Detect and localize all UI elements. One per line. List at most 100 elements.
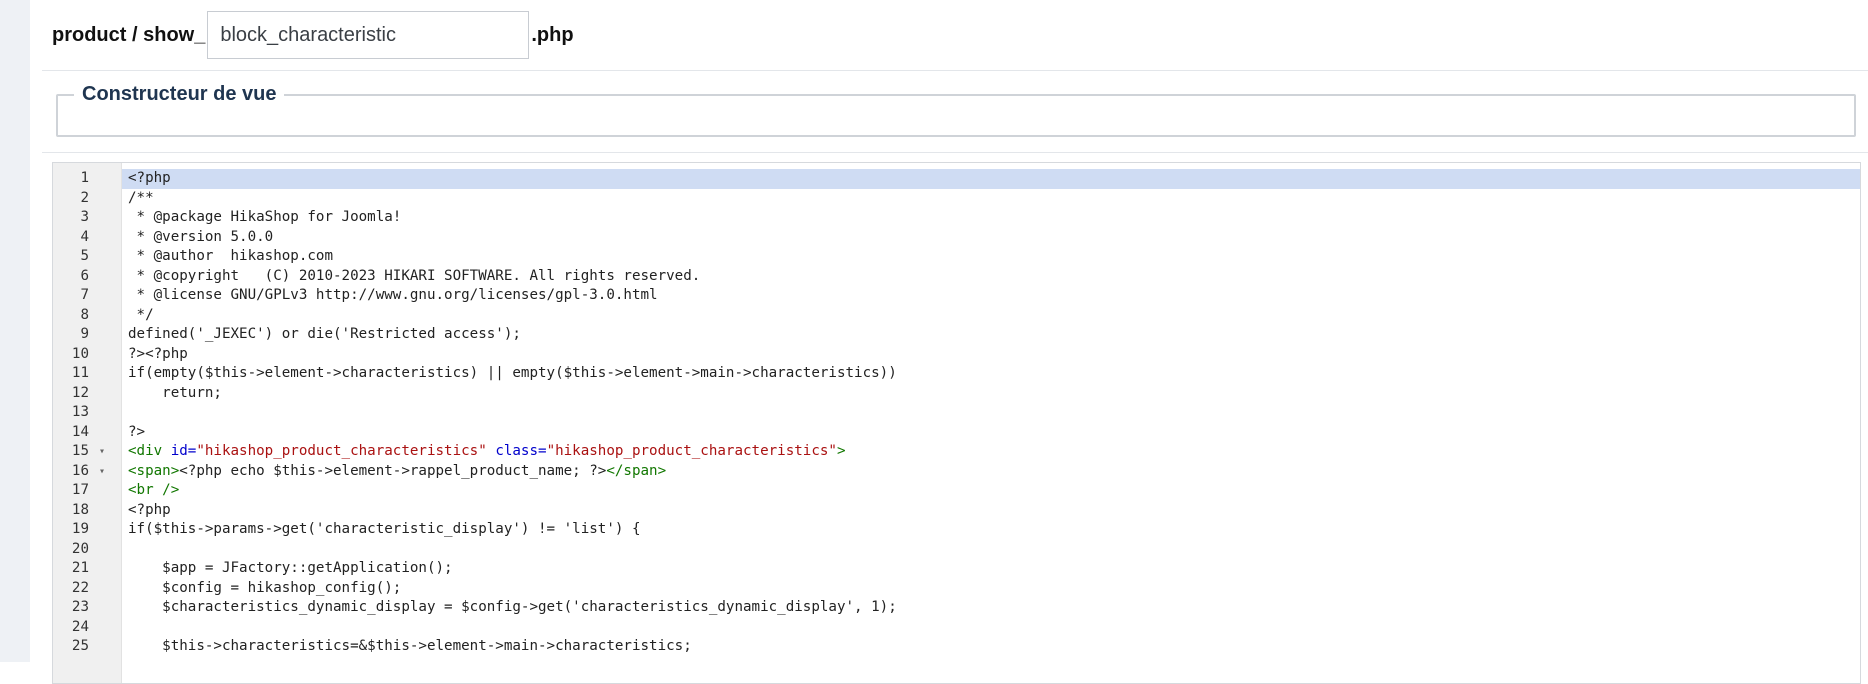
line-code: defined('_JEXEC') or die('Restricted acc… <box>122 325 1860 345</box>
code-editor[interactable]: 1 <?php 2 /** 3 * @package HikaShop for Joom… <box>52 162 1861 684</box>
code-token: $config = hikashop_config(); <box>128 579 402 596</box>
code-line[interactable]: 7 * @license GNU/GPLv3 http://www.gnu.or… <box>53 286 1860 306</box>
line-number: 10 <box>71 345 89 362</box>
code-line[interactable]: 17 <br /> <box>53 481 1860 501</box>
line-number: 12 <box>71 384 89 401</box>
code-line[interactable]: 19 if($this->params->get('characteristic_… <box>53 520 1860 540</box>
code-line[interactable]: 13 <box>53 403 1860 423</box>
line-code: <?php <box>122 169 1860 189</box>
line-number: 6 <box>80 267 89 284</box>
code-line[interactable]: 21 $app = JFactory::getApplication(); <box>53 559 1860 579</box>
code-token: if($this->params->get('characteristic_di… <box>128 521 641 537</box>
line-number: 9 <box>80 326 89 342</box>
code-line[interactable]: 6 * @copyright (C) 2010-2023 HIKARI SOFT… <box>53 267 1860 287</box>
line-number: 25 <box>71 638 89 654</box>
code-token: defined('_JEXEC') or die('Restricted acc… <box>128 326 521 342</box>
line-code: return; <box>122 384 1860 404</box>
line-code: * @author hikashop.com <box>122 247 1860 267</box>
divider <box>42 152 1868 153</box>
fold-toggle-icon[interactable]: ▾ <box>93 462 111 482</box>
code-token: <span> <box>128 462 180 479</box>
code-line[interactable]: 2 /** <box>53 189 1860 209</box>
divider <box>42 70 1868 71</box>
code-line[interactable]: 9 defined('_JEXEC') or die('Restricted ac… <box>53 325 1860 345</box>
view-builder-fieldset: Constructeur de vue <box>56 83 1856 137</box>
line-number: 23 <box>71 599 89 615</box>
line-number: 24 <box>71 618 89 635</box>
code-token: <?php <box>128 170 171 186</box>
left-rail <box>0 0 30 662</box>
line-number: 11 <box>71 365 89 381</box>
line-code: if($this->params->get('characteristic_di… <box>122 520 1860 540</box>
line-number: 22 <box>71 579 89 596</box>
line-code: * @version 5.0.0 <box>122 228 1860 248</box>
code-token: * @version 5.0.0 <box>128 228 274 245</box>
code-token: /** <box>128 189 154 206</box>
template-name-input[interactable] <box>207 11 530 59</box>
line-number: 16 <box>71 462 89 479</box>
code-token: ?> <box>128 423 146 440</box>
code-token: $app = JFactory::getApplication(); <box>128 560 453 576</box>
code-line[interactable]: 16 ▾ <span><?php echo $this->element->rapp… <box>53 462 1860 482</box>
code-token: id= <box>170 443 197 459</box>
line-code: $config = hikashop_config(); <box>122 579 1860 599</box>
code-line[interactable]: 8 */ <box>53 306 1860 326</box>
line-code: if(empty($this->element->characteristics… <box>122 364 1860 384</box>
code-token: return; <box>128 384 222 401</box>
code-lines[interactable]: 1 <?php 2 /** 3 * @package HikaShop for Joom… <box>53 169 1860 657</box>
code-token: * @license GNU/GPLv3 http://www.gnu.org/… <box>128 287 658 303</box>
line-number: 15 <box>71 443 89 459</box>
line-number: 1 <box>80 170 89 186</box>
code-token: class= <box>495 443 547 459</box>
line-code: */ <box>122 306 1860 326</box>
code-line[interactable]: 3 * @package HikaShop for Joomla! <box>53 208 1860 228</box>
line-code: * @copyright (C) 2010-2023 HIKARI SOFTWA… <box>122 267 1860 287</box>
code-line[interactable]: 24 <box>53 618 1860 638</box>
code-line[interactable]: 5 * @author hikashop.com <box>53 247 1860 267</box>
code-line[interactable]: 14 ?> <box>53 423 1860 443</box>
code-line[interactable]: 10 ?><?php <box>53 345 1860 365</box>
code-token: * @copyright (C) 2010-2023 HIKARI SOFTWA… <box>128 267 701 284</box>
code-token: */ <box>128 306 154 323</box>
line-code: ?> <box>122 423 1860 443</box>
line-code: $this->characteristics=&$this->element->… <box>122 637 1860 657</box>
code-line[interactable]: 25 $this->characteristics=&$this->elemen… <box>53 637 1860 657</box>
line-number: 2 <box>80 189 89 206</box>
line-code: <span><?php echo $this->element->rappel_… <box>122 462 1860 482</box>
code-token: $characteristics_dynamic_display = $conf… <box>128 599 897 615</box>
line-number: 4 <box>80 228 89 245</box>
line-number: 14 <box>71 423 89 440</box>
line-number: 8 <box>80 306 89 323</box>
code-line[interactable]: 18 <?php <box>53 501 1860 521</box>
line-code: * @package HikaShop for Joomla! <box>122 208 1860 228</box>
code-token: <?php <box>128 501 171 518</box>
code-token: $this->characteristics=&$this->element->… <box>128 638 692 654</box>
code-line[interactable]: 23 $characteristics_dynamic_display = $c… <box>53 598 1860 618</box>
line-code: <div id="hikashop_product_characteristic… <box>122 442 1860 462</box>
line-number: 20 <box>71 540 89 557</box>
file-suffix: .php <box>531 23 574 46</box>
code-token: "hikashop_product_characteristics" <box>196 443 487 459</box>
code-line[interactable]: 12 return; <box>53 384 1860 404</box>
code-token: ?><?php <box>128 345 188 362</box>
code-token: if(empty($this->element->characteristics… <box>128 365 897 381</box>
line-number: 19 <box>71 521 89 537</box>
code-line[interactable]: 4 * @version 5.0.0 <box>53 228 1860 248</box>
line-number: 7 <box>80 287 89 303</box>
fold-toggle-icon[interactable]: ▾ <box>93 442 111 462</box>
code-line[interactable]: 15 ▾ <div id="hikashop_product_characteris… <box>53 442 1860 462</box>
code-line[interactable]: 20 <box>53 540 1860 560</box>
code-token: <br /> <box>128 482 180 498</box>
code-line[interactable]: 22 $config = hikashop_config(); <box>53 579 1860 599</box>
line-code: <?php <box>122 501 1860 521</box>
code-line[interactable]: 1 <?php <box>53 169 1860 189</box>
code-line[interactable]: 11 if(empty($this->element->characteristi… <box>53 364 1860 384</box>
line-code: <br /> <box>122 481 1860 501</box>
template-file-row: product / show_ .php <box>52 10 574 60</box>
code-token: "hikashop_product_characteristics" <box>546 443 837 459</box>
code-token: <div <box>128 443 171 459</box>
file-prefix: product / show_ <box>52 23 206 46</box>
line-number: 18 <box>71 501 89 518</box>
code-token: * @author hikashop.com <box>128 248 333 264</box>
line-code: /** <box>122 189 1860 209</box>
